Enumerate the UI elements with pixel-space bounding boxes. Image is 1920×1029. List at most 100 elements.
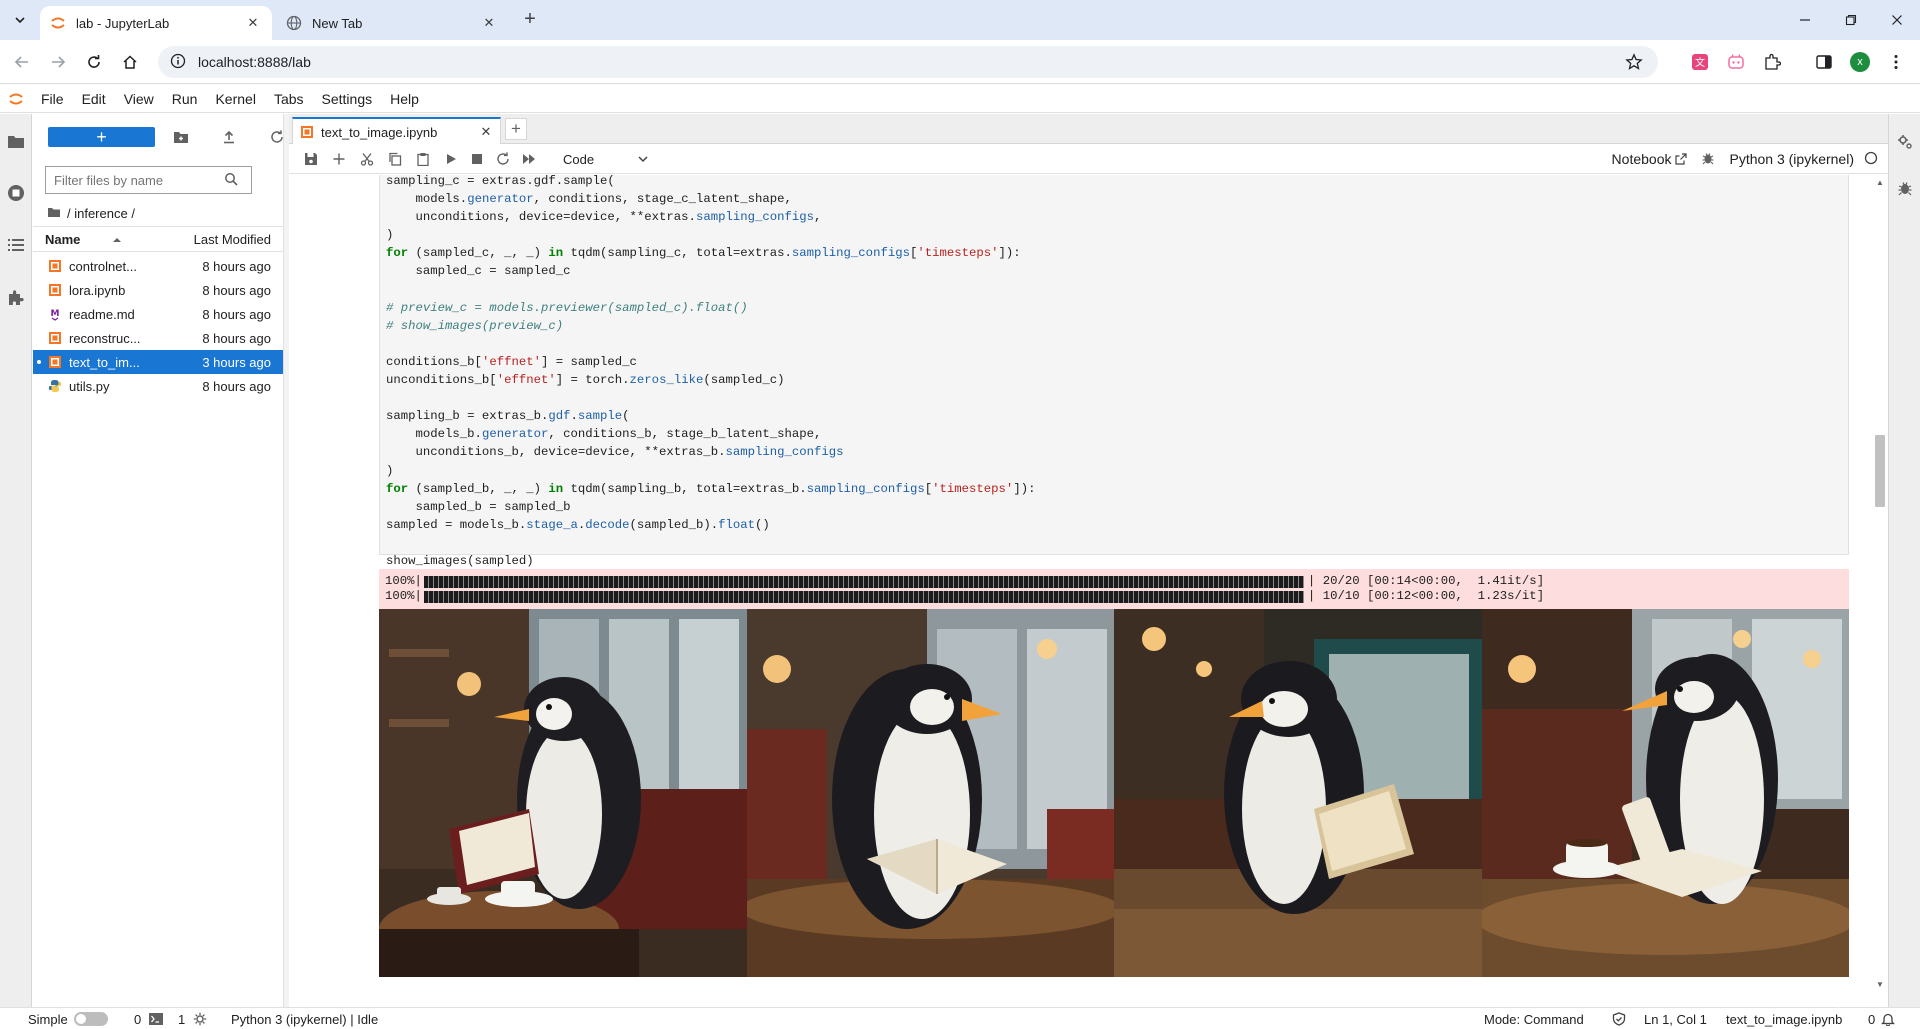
scroll-up-arrow-icon[interactable]: ▲ — [1875, 177, 1885, 187]
terminals-count-value: 0 — [134, 1011, 142, 1027]
profile-avatar[interactable]: x — [1848, 50, 1872, 74]
stop-icon[interactable] — [467, 149, 487, 169]
file-browser-toolbar: + — [33, 114, 283, 150]
home-icon[interactable] — [118, 50, 142, 74]
vertical-scrollbar[interactable]: ▲ ▼ — [1872, 175, 1888, 991]
site-info-icon[interactable] — [170, 53, 186, 72]
translate-extension-icon[interactable]: 文 — [1688, 50, 1712, 74]
external-link-icon — [1675, 153, 1688, 165]
debugger-icon[interactable] — [1701, 151, 1715, 168]
side-panel-icon[interactable] — [1812, 50, 1836, 74]
forward-icon[interactable] — [46, 50, 70, 74]
file-row[interactable]: utils.py 8 hours ago — [33, 374, 283, 398]
window-close-icon[interactable] — [1882, 6, 1912, 34]
file-name: lora.ipynb — [69, 282, 126, 298]
notification-count[interactable]: 0 — [1868, 1011, 1896, 1027]
scrollbar-thumb[interactable] — [1875, 435, 1885, 507]
kernel-name-button[interactable]: Python 3 (ipykernel) — [1729, 151, 1854, 167]
file-row[interactable]: reconstruc... 8 hours ago — [33, 326, 283, 350]
tab-search-button[interactable] — [8, 8, 32, 32]
browser-toolbar: localhost:8888/lab 文 x — [0, 40, 1920, 84]
file-filter-input[interactable] — [54, 172, 224, 188]
file-list-header: Name Last Modified — [33, 226, 283, 252]
code-cell-editor[interactable]: sampling_c = extras.gdf.sample( models.g… — [379, 175, 1849, 568]
sort-ascending-icon — [113, 237, 122, 242]
menu-help[interactable]: Help — [381, 85, 428, 113]
browser-menu-icon[interactable] — [1884, 50, 1908, 74]
progress-stats: 20/20 [00:14<00:00, 1.41it/s] — [1322, 574, 1545, 588]
file-row[interactable]: controlnet... 8 hours ago — [33, 254, 283, 278]
scroll-down-arrow-icon[interactable]: ▼ — [1875, 979, 1885, 989]
cursor-position[interactable]: Ln 1, Col 1 — [1644, 1011, 1707, 1027]
menu-file[interactable]: File — [32, 85, 73, 113]
simple-mode-toggle[interactable]: Simple — [28, 1011, 108, 1027]
column-modified-header[interactable]: Last Modified — [194, 232, 271, 247]
folder-icon[interactable] — [47, 206, 61, 221]
minimize-icon[interactable] — [1790, 6, 1820, 34]
reload-icon[interactable] — [82, 50, 106, 74]
paste-icon[interactable] — [413, 149, 433, 169]
back-icon[interactable] — [10, 50, 34, 74]
file-row[interactable]: lora.ipynb 8 hours ago — [33, 278, 283, 302]
menu-run[interactable]: Run — [163, 85, 207, 113]
breadcrumb-path[interactable]: / inference / — [67, 206, 135, 221]
file-modified: 8 hours ago — [202, 330, 271, 346]
restart-kernel-icon[interactable] — [493, 149, 513, 169]
terminals-count[interactable]: 0 — [134, 1011, 164, 1027]
new-launcher-button[interactable]: + — [48, 127, 155, 147]
running-sessions-icon[interactable] — [4, 181, 28, 205]
copy-icon[interactable] — [385, 149, 405, 169]
new-folder-icon[interactable] — [171, 127, 191, 147]
menu-settings[interactable]: Settings — [313, 85, 382, 113]
insert-cell-icon[interactable] — [329, 149, 349, 169]
table-of-contents-icon[interactable] — [4, 233, 28, 257]
close-icon[interactable]: ✕ — [480, 14, 498, 32]
browser-tab-new-tab[interactable]: New Tab ✕ — [276, 6, 508, 40]
address-bar[interactable]: localhost:8888/lab — [158, 46, 1658, 78]
debugger-icon[interactable] — [1893, 176, 1917, 200]
menu-edit[interactable]: Edit — [73, 85, 115, 113]
file-modified: 8 hours ago — [202, 306, 271, 322]
extension-icon[interactable] — [1724, 50, 1748, 74]
menu-view[interactable]: View — [115, 85, 163, 113]
puzzle-extensions-icon[interactable] — [1760, 50, 1784, 74]
menu-kernel[interactable]: Kernel — [206, 85, 264, 113]
svg-text:M: M — [51, 309, 60, 319]
file-row[interactable]: Mreadme.md 8 hours ago — [33, 302, 283, 326]
cut-icon[interactable] — [357, 149, 377, 169]
cell-type-dropdown[interactable]: Code — [563, 148, 648, 170]
fast-forward-icon[interactable] — [519, 149, 539, 169]
folder-icon[interactable] — [4, 129, 28, 153]
bookmark-star-icon[interactable] — [1624, 52, 1644, 72]
new-launcher-tab-button[interactable]: + — [505, 118, 527, 140]
svg-text:文: 文 — [1695, 56, 1705, 69]
close-icon[interactable]: ✕ — [478, 124, 494, 140]
tab-text-to-image-notebook[interactable]: text_to_image.ipynb ✕ — [292, 117, 501, 145]
file-modified: 8 hours ago — [202, 282, 271, 298]
column-name-header[interactable]: Name — [45, 232, 165, 247]
property-inspector-icon[interactable] — [1893, 130, 1917, 154]
new-tab-button[interactable]: + — [518, 8, 542, 32]
kernels-count[interactable]: 1 — [178, 1011, 207, 1027]
run-icon[interactable] — [441, 149, 461, 169]
column-name-label: Name — [45, 231, 81, 247]
extension-manager-icon[interactable] — [4, 286, 28, 310]
upload-icon[interactable] — [219, 127, 239, 147]
browser-tab-jupyterlab[interactable]: lab - JupyterLab ✕ — [40, 6, 272, 40]
browser-tabstrip: lab - JupyterLab ✕ New Tab ✕ + — [0, 0, 1920, 40]
jupyter-logo-icon — [0, 85, 32, 113]
progress-percent: 100% — [385, 589, 415, 603]
notebook-icon — [47, 258, 63, 274]
notebook-icon — [47, 282, 63, 298]
document-tab-title: text_to_image.ipynb — [321, 124, 438, 140]
file-row[interactable]: text_to_im... 3 hours ago — [33, 350, 283, 374]
trusted-notebook-icon[interactable] — [1612, 1011, 1626, 1027]
restore-icon[interactable] — [1836, 6, 1866, 34]
menu-tabs[interactable]: Tabs — [265, 85, 313, 113]
kernel-status[interactable]: Python 3 (ipykernel) | Idle — [231, 1011, 378, 1027]
toggle-switch[interactable] — [73, 1012, 108, 1026]
close-icon[interactable]: ✕ — [244, 14, 262, 32]
open-notebook-view-button[interactable]: Notebook — [1612, 151, 1688, 167]
save-icon[interactable] — [301, 149, 321, 169]
notebook-label: Notebook — [1611, 151, 1672, 167]
